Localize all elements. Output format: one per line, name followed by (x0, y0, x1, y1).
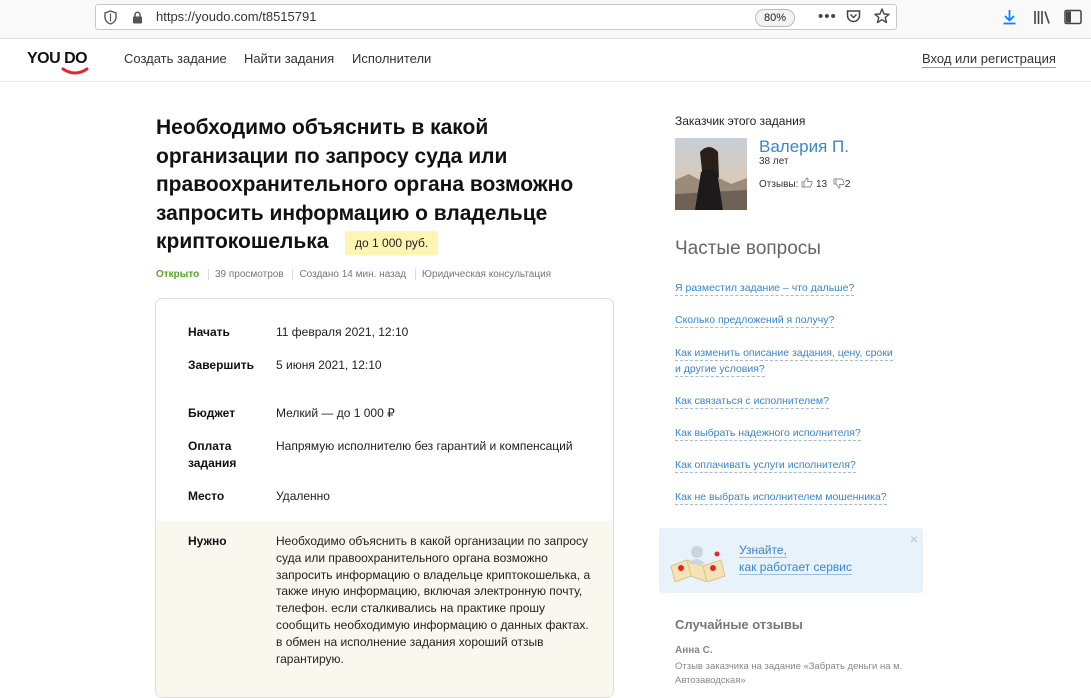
review-author[interactable]: Анна С. (675, 645, 713, 656)
payment-label: Оплата задания (188, 438, 236, 472)
nav-performers[interactable]: Исполнители (352, 51, 431, 66)
customer-age: 38 лет (759, 156, 789, 167)
thumbs-down-icon (833, 178, 845, 190)
site-header: YOU DO Создать задание Найти задания Исп… (0, 39, 1091, 82)
place-label: Место (188, 489, 225, 503)
faq-link-pay[interactable]: Как оплачивать услуги исполнителя? (675, 458, 856, 473)
thumbs-up-icon (801, 177, 813, 190)
download-icon[interactable] (1002, 9, 1017, 30)
faq-link-fraud[interactable]: Как не выбрать исполнителем мошенника? (675, 490, 887, 505)
negative-count[interactable]: 2 (845, 179, 851, 190)
task-category: Юридическая консультация (414, 269, 558, 280)
end-label: Завершить (188, 358, 255, 372)
status-badge: Открыто (156, 269, 200, 280)
start-value: 11 февраля 2021, 12:10 (276, 325, 409, 339)
faq-link-contact[interactable]: Как связаться с исполнителем? (675, 394, 829, 409)
price-badge: до 1 000 руб. (345, 231, 439, 255)
nav-find-tasks[interactable]: Найти задания (244, 51, 334, 66)
url-text[interactable]: https://youdo.com/t8515791 (156, 9, 316, 24)
sidebar-icon[interactable] (1064, 9, 1082, 30)
star-icon[interactable] (874, 8, 890, 29)
avatar[interactable] (675, 138, 747, 210)
library-icon[interactable] (1033, 9, 1051, 30)
pocket-icon[interactable] (846, 9, 861, 29)
payment-value: Напрямую исполнителю без гарантий и комп… (276, 439, 573, 453)
how-it-works-line1[interactable]: Узнайте, (739, 543, 787, 558)
need-label: Нужно (188, 534, 227, 548)
address-bar[interactable]: https://youdo.com/t8515791 80% ••• (95, 4, 897, 30)
task-details-card: Начать 11 февраля 2021, 12:10 Завершить … (155, 298, 614, 698)
task-meta: Открыто 39 просмотров Создано 14 мин. на… (156, 269, 558, 280)
faq-link-choose-reliable[interactable]: Как выбрать надежного исполнителя? (675, 426, 861, 441)
close-icon[interactable]: × (910, 531, 918, 547)
faq-link-edit-task[interactable]: Как изменить описание задания, цену, сро… (675, 346, 893, 361)
budget-value: Мелкий — до 1 000 ₽ (276, 406, 395, 420)
how-it-works-banner[interactable]: Узнайте, как работает сервис × (659, 528, 923, 593)
lock-icon[interactable] (132, 11, 143, 29)
customer-label: Заказчик этого задания (675, 114, 806, 128)
place-value: Удаленно (276, 489, 330, 503)
shield-icon[interactable] (104, 10, 117, 30)
budget-label: Бюджет (188, 406, 236, 420)
customer-name[interactable]: Валерия П. (759, 137, 849, 157)
end-value: 5 июня 2021, 12:10 (276, 358, 382, 372)
random-reviews-title: Случайные отзывы (675, 617, 803, 632)
reviews-label: Отзывы: (759, 179, 799, 190)
logo-text: YOU DO (27, 50, 88, 67)
positive-count[interactable]: 13 (816, 179, 827, 190)
faq-title: Частые вопросы (675, 238, 821, 259)
nav-create-task[interactable]: Создать задание (124, 51, 227, 66)
login-link[interactable]: Вход или регистрация (922, 51, 1056, 68)
faq-link-edit-task-cont[interactable]: и другие условия? (675, 362, 765, 377)
review-text[interactable]: Отзыв заказчика на задание «Забрать день… (675, 660, 915, 687)
start-label: Начать (188, 325, 230, 339)
faq-link-what-next[interactable]: Я разместил задание – что дальше? (675, 281, 855, 296)
payment-label-line1: Оплата (188, 439, 232, 453)
faq-link-how-many-offers[interactable]: Сколько предложений я получу? (675, 313, 835, 328)
browser-toolbar: https://youdo.com/t8515791 80% ••• (0, 0, 1091, 39)
map-illustration-icon (667, 542, 729, 587)
customer-reviews: Отзывы: 13 2 (759, 177, 850, 190)
logo-smile-icon (61, 67, 89, 75)
how-it-works-line2[interactable]: как работает сервис (739, 560, 852, 575)
youdo-logo[interactable]: YOU DO (27, 50, 89, 75)
payment-label-line2: задания (188, 456, 237, 470)
views-count: 39 просмотров (207, 269, 290, 280)
need-description: Необходимо объяснить в какой организации… (276, 534, 591, 666)
how-it-works-link[interactable]: Узнайте, как работает сервис (739, 542, 852, 576)
created-time: Создано 14 мин. назад (292, 269, 413, 280)
page-actions-menu[interactable]: ••• (818, 8, 837, 25)
zoom-indicator[interactable]: 80% (755, 9, 796, 27)
